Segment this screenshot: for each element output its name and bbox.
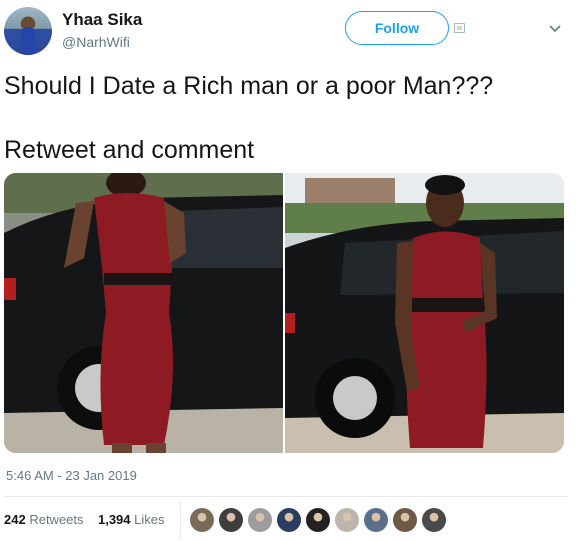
liker-avatar-5[interactable] bbox=[306, 508, 330, 532]
tweet-stats: 242 Retweets 1,394 Likes bbox=[4, 512, 165, 527]
tweet-text-line-2: Retweet and comment bbox=[4, 136, 255, 164]
liker-avatar-6[interactable] bbox=[335, 508, 359, 532]
tweet-timestamp[interactable]: 5:46 AM - 23 Jan 2019 bbox=[6, 468, 137, 483]
liker-avatar-2[interactable] bbox=[219, 508, 243, 532]
user-handle[interactable]: @NarhWifi bbox=[62, 34, 130, 50]
liker-avatar-1[interactable] bbox=[190, 508, 214, 532]
chevron-down-icon[interactable] bbox=[548, 22, 562, 36]
follow-menu-icon[interactable] bbox=[454, 23, 465, 33]
likes-link[interactable]: 1,394 Likes bbox=[98, 512, 165, 527]
tweet-text-line-1: Should I Date a Rich man or a poor Man??… bbox=[4, 72, 494, 100]
user-display-name[interactable]: Yhaa Sika bbox=[62, 10, 142, 30]
liker-avatar-7[interactable] bbox=[364, 508, 388, 532]
user-avatar[interactable] bbox=[4, 7, 52, 55]
retweets-label: Retweets bbox=[29, 512, 84, 527]
liker-avatar-8[interactable] bbox=[393, 508, 417, 532]
stats-separator bbox=[180, 501, 181, 539]
tweet-photo-1[interactable] bbox=[4, 173, 283, 453]
liker-avatar-9[interactable] bbox=[422, 508, 446, 532]
follow-button[interactable]: Follow bbox=[345, 11, 449, 45]
liker-avatar-4[interactable] bbox=[277, 508, 301, 532]
likes-label: Likes bbox=[134, 512, 165, 527]
likes-count: 1,394 bbox=[97, 512, 131, 527]
divider bbox=[4, 496, 568, 497]
retweets-count: 242 bbox=[4, 512, 26, 527]
liker-avatar-3[interactable] bbox=[248, 508, 272, 532]
likers-avatars bbox=[190, 508, 446, 532]
tweet-photo-2[interactable] bbox=[285, 173, 564, 453]
retweets-link[interactable]: 242 Retweets bbox=[4, 512, 84, 527]
